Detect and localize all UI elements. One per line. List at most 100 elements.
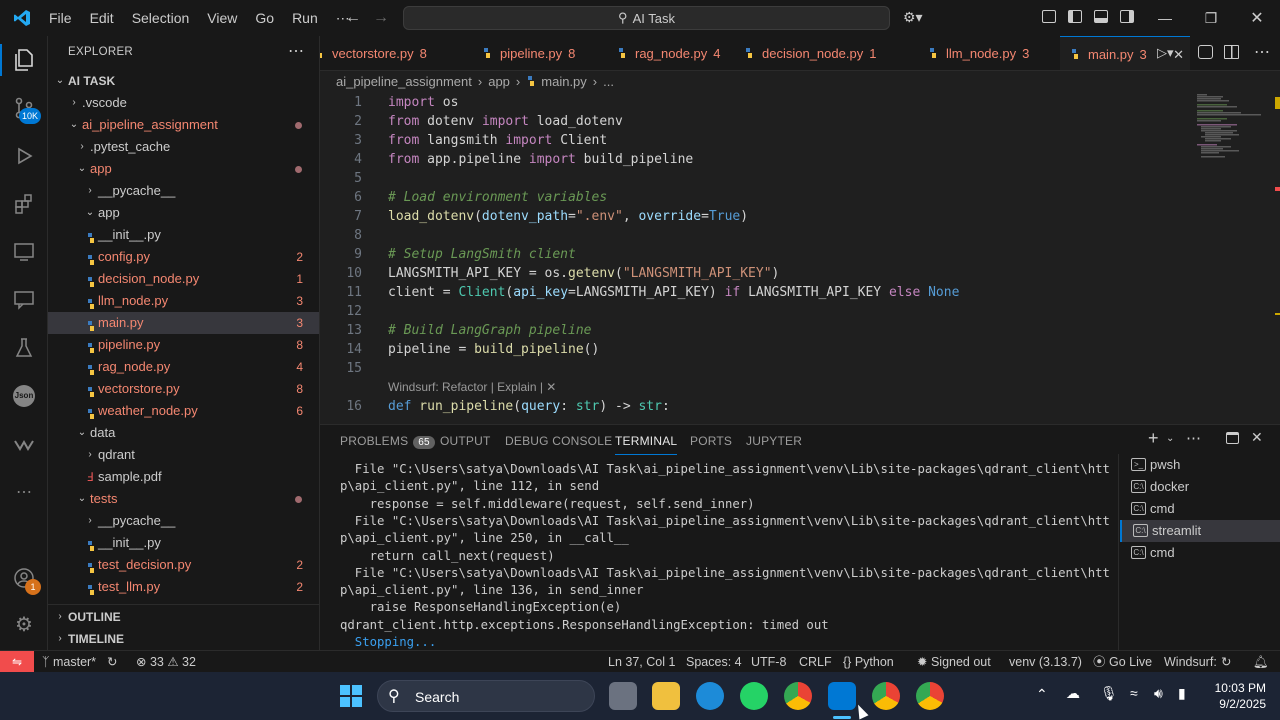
outline-section[interactable]: › OUTLINE <box>48 606 319 628</box>
run-icon[interactable]: ▷▾ <box>1157 45 1174 61</box>
tree-item[interactable]: main.py 3 <box>48 312 319 334</box>
tree-item[interactable]: › .pytest_cache <box>48 136 319 158</box>
python-interpreter[interactable]: venv (3.13.7) <box>1009 651 1082 673</box>
tree-item[interactable]: vectorstore.py 8 <box>48 378 319 400</box>
toggle-panel-icon[interactable] <box>1094 10 1108 23</box>
close-panel-icon[interactable]: ✕ <box>1251 429 1263 446</box>
panel-more-icon[interactable]: ⋯ <box>1186 429 1201 447</box>
minimap[interactable] <box>1195 93 1280 417</box>
tree-item[interactable]: ⌄ data <box>48 422 319 444</box>
windsurf-status[interactable]: Windsurf: <box>1164 651 1217 673</box>
tree-item[interactable]: __init__.py <box>48 532 319 554</box>
editor-more-icon[interactable]: ⋯ <box>1254 42 1270 62</box>
more-views-icon[interactable]: ⋯ <box>12 480 36 504</box>
tree-item[interactable]: pipeline.py 8 <box>48 334 319 356</box>
sync-icon[interactable]: ↻ <box>107 651 117 673</box>
tree-item[interactable]: llm_node.py 3 <box>48 290 319 312</box>
microphone-icon[interactable]: 🎙︎ <box>1100 685 1118 702</box>
tree-item[interactable]: Ⅎsample.pdf <box>48 466 319 488</box>
codelens[interactable]: Windsurf: Refactor | Explain | ✕ <box>320 378 1195 397</box>
chrome-profile-3-icon[interactable] <box>916 682 944 710</box>
manage-gear-icon[interactable]: ⚙ <box>12 612 36 636</box>
tree-item[interactable]: ⌄ tests <box>48 488 319 510</box>
docker-icon[interactable] <box>696 682 724 710</box>
menu-item-3[interactable]: View <box>198 0 246 36</box>
terminal-dropdown-icon[interactable]: ⌄ <box>1166 433 1174 444</box>
problems-status[interactable]: ⊗ 33 ⚠ 32 <box>136 651 196 673</box>
clock[interactable]: 10:03 PM 9/2/2025 <box>1200 680 1266 712</box>
tree-item[interactable]: __init__.py <box>48 224 319 246</box>
tree-item[interactable]: test_llm.py 2 <box>48 576 319 598</box>
go-live[interactable]: ⦿ Go Live <box>1093 651 1152 673</box>
indent-setting[interactable]: Spaces: 4 <box>686 651 742 673</box>
tab-llm_node[interactable]: llm_node.py 3 <box>916 36 1041 70</box>
show-hidden-icons[interactable]: ⌃ <box>1036 686 1048 703</box>
vscode-taskbar-icon[interactable] <box>828 682 856 710</box>
timeline-section[interactable]: › TIMELINE <box>48 628 319 650</box>
panel-tab-debug-console[interactable]: DEBUG CONSOLE <box>505 427 612 455</box>
panel-tab-problems[interactable]: PROBLEMS 65 <box>340 427 435 455</box>
chrome-profile-2-icon[interactable] <box>872 682 900 710</box>
toggle-secondary-sidebar-icon[interactable] <box>1120 10 1134 23</box>
terminal-instance[interactable]: >_ pwsh <box>1120 454 1280 476</box>
split-editor-icon[interactable] <box>1224 45 1239 59</box>
json-icon[interactable]: Json <box>12 384 36 408</box>
taskbar-search[interactable]: ⚲ Search <box>377 680 595 712</box>
panel-tab-terminal[interactable]: TERMINAL <box>615 427 678 455</box>
tree-item[interactable]: › __pycache__ <box>48 510 319 532</box>
wifi-icon[interactable]: ≈ <box>1130 685 1138 701</box>
windsurf-icon[interactable] <box>12 432 36 456</box>
run-debug-icon[interactable] <box>12 144 36 168</box>
tree-item[interactable]: › .vscode <box>48 92 319 114</box>
menu-item-0[interactable]: File <box>40 0 81 36</box>
tree-item[interactable]: ⌄ ai_pipeline_assignment <box>48 114 319 136</box>
customize-layout-icon[interactable] <box>1042 10 1056 23</box>
menu-item-4[interactable]: Go <box>246 0 283 36</box>
command-center-search[interactable]: ⚲ AI Task <box>403 6 890 30</box>
restore-icon[interactable]: ❐ <box>1188 0 1234 36</box>
close-tab-icon[interactable]: ✕ <box>1173 37 1184 70</box>
panel-tab-jupyter[interactable]: JUPYTER <box>746 427 802 455</box>
terminal-instance[interactable]: C:\ cmd <box>1120 498 1280 520</box>
cursor-position[interactable]: Ln 37, Col 1 <box>608 651 675 673</box>
extensions-icon[interactable] <box>12 192 36 216</box>
notifications-icon[interactable]: 🔔︎ <box>1253 651 1269 673</box>
close-window-icon[interactable]: ✕ <box>1234 0 1280 36</box>
tree-item[interactable]: rag_node.py 4 <box>48 356 319 378</box>
maximize-panel-icon[interactable] <box>1226 432 1239 444</box>
chat-icon[interactable] <box>12 288 36 312</box>
menu-item-1[interactable]: Edit <box>81 0 123 36</box>
remote-indicator-icon[interactable]: ⇋ <box>0 651 34 672</box>
remote-explorer-icon[interactable] <box>12 240 36 264</box>
breadcrumb-item[interactable]: ai_pipeline_assignment <box>336 74 472 89</box>
nav-back-icon[interactable]: ← <box>345 9 361 27</box>
whatsapp-icon[interactable] <box>740 682 768 710</box>
explorer-more-icon[interactable]: ⋯ <box>288 41 304 61</box>
eol[interactable]: CRLF <box>799 651 832 673</box>
file-explorer-icon[interactable] <box>652 682 680 710</box>
tree-item[interactable]: ⌄ app <box>48 158 319 180</box>
battery-icon[interactable]: ▮ <box>1178 685 1186 702</box>
breadcrumb-item[interactable]: main.py <box>541 74 587 89</box>
onedrive-icon[interactable]: ☁ <box>1066 685 1080 702</box>
tree-item[interactable]: ⌄ app <box>48 202 319 224</box>
tab-vectorstore[interactable]: vectorstore.py 8 <box>320 36 439 70</box>
tree-item[interactable]: config.py 2 <box>48 246 319 268</box>
volume-icon[interactable]: 🔊︎ <box>1154 685 1163 702</box>
tree-item[interactable]: weather_node.py 6 <box>48 400 319 422</box>
encoding[interactable]: UTF-8 <box>751 651 786 673</box>
tab-rag_node[interactable]: rag_node.py 4 <box>605 36 733 70</box>
menu-item-2[interactable]: Selection <box>123 0 199 36</box>
terminal-instance[interactable]: C:\ cmd <box>1120 542 1280 564</box>
minimize-icon[interactable]: — <box>1142 0 1188 36</box>
copilot-icon[interactable]: ⚙▾ <box>903 9 923 26</box>
panel-tab-output[interactable]: OUTPUT <box>440 427 491 455</box>
breadcrumb-item[interactable]: app <box>488 74 510 89</box>
explorer-icon[interactable] <box>12 48 36 72</box>
code-editor[interactable]: 1 import os 2 from dotenv import load_doten… <box>320 93 1195 417</box>
tab-decision_node[interactable]: decision_node.py 1 <box>732 36 888 70</box>
task-view-icon[interactable] <box>609 682 637 710</box>
language-mode[interactable]: {} Python <box>843 651 894 673</box>
terminal-output[interactable]: File "C:\Users\satya\Downloads\AI Task\a… <box>340 461 1115 651</box>
open-preview-icon[interactable] <box>1198 45 1213 59</box>
